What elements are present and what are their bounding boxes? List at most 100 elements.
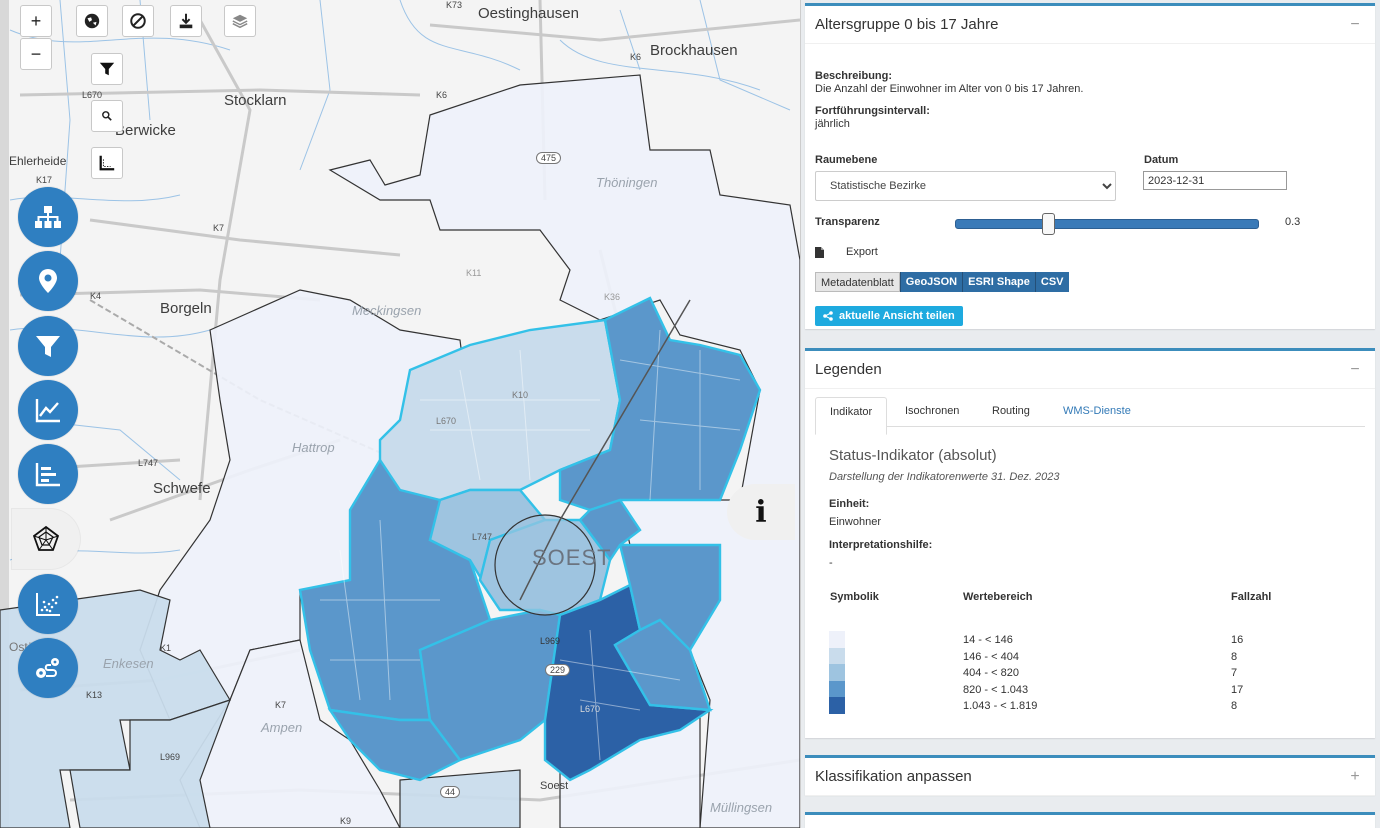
description-text: Die Anzahl der Einwohner im Alter von 0 … (815, 83, 1084, 95)
indicator-title: Altersgruppe 0 bis 17 Jahre (815, 16, 999, 33)
transparency-value: 0.3 (1285, 216, 1301, 228)
status-title: Status-Indikator (absolut) (829, 447, 997, 464)
geojson-button[interactable]: GeoJSON (899, 272, 963, 292)
export-row: Export (815, 246, 878, 258)
interpretation-value: - (829, 557, 833, 569)
download-button[interactable] (170, 5, 202, 37)
expand-button[interactable]: + (1345, 768, 1365, 786)
hierarchy-icon (35, 206, 61, 228)
legend-range: 14 - < 146 (963, 634, 1013, 646)
line-chart-button[interactable] (18, 380, 78, 440)
layers-icon (232, 14, 248, 29)
info-icon: i (755, 494, 767, 530)
ban-icon (130, 13, 146, 29)
scatter-plot-icon (36, 593, 60, 616)
legend-tabs: Indikator Isochronen Routing WMS-Dienste (815, 389, 1365, 435)
legend-swatches (829, 631, 845, 714)
legend-card-header: Legenden − (805, 351, 1375, 389)
side-panel: Altersgruppe 0 bis 17 Jahre − Beschreibu… (800, 0, 1380, 828)
tab-wms-dienste[interactable]: WMS-Dienste (1049, 397, 1145, 435)
legend-col-werte: Wertebereich (963, 591, 1033, 603)
metadata-button[interactable]: Metadatenblatt (815, 272, 900, 292)
radar-chart-button[interactable] (12, 509, 80, 569)
indicator-card-header: Altersgruppe 0 bis 17 Jahre − (805, 6, 1375, 44)
globe-button[interactable] (76, 5, 108, 37)
classification-card: Klassifikation anpassen + (805, 755, 1375, 796)
datum-label: Datum (1144, 154, 1179, 166)
esri-shape-button[interactable]: ESRI Shape (962, 272, 1035, 292)
transparency-label: Transparenz (815, 216, 880, 228)
plus-icon: + (30, 10, 42, 31)
legend-count: 16 (1231, 634, 1244, 646)
transparency-slider[interactable] (955, 213, 1259, 235)
map-pin-icon (39, 269, 57, 293)
legend-count: 7 (1231, 667, 1238, 679)
share-view-button[interactable]: aktuelle Ansicht teilen (815, 306, 963, 326)
zoom-out-button[interactable]: − (20, 38, 52, 70)
route-button[interactable] (18, 638, 78, 698)
export-label: Export (846, 246, 878, 258)
filter-panel-button[interactable] (18, 316, 78, 376)
measure-button[interactable] (91, 147, 123, 179)
csv-button[interactable]: CSV (1034, 272, 1069, 292)
legend-range: 820 - < 1.043 (963, 683, 1029, 696)
share-icon (823, 311, 833, 321)
unit-value: Einwohner (829, 516, 881, 528)
layers-button[interactable] (224, 5, 256, 37)
legend-count: 8 (1231, 650, 1238, 663)
classification-card-header[interactable]: Klassifikation anpassen + (805, 758, 1375, 796)
classification-title: Klassifikation anpassen (815, 768, 972, 785)
description-label: Beschreibung: (815, 70, 893, 82)
legend-range: 404 - < 820 (963, 667, 1019, 679)
legend-swatch (829, 680, 845, 697)
raumebene-label: Raumebene (815, 154, 878, 166)
tab-isochronen[interactable]: Isochronen (891, 397, 973, 435)
file-icon (815, 246, 824, 258)
legend-swatch (829, 647, 845, 664)
clear-button[interactable] (122, 5, 154, 37)
filter-button[interactable] (91, 53, 123, 85)
legend-swatch (829, 631, 845, 648)
location-button[interactable] (18, 251, 78, 311)
collapse-button[interactable]: − (1345, 361, 1365, 379)
raumebene-select[interactable]: Statistische Bezirke (815, 171, 1116, 201)
globe-icon (84, 13, 100, 29)
zoom-in-button[interactable]: + (20, 5, 52, 37)
filter-icon (36, 336, 60, 357)
collapse-button[interactable]: − (1345, 16, 1365, 34)
route-icon (36, 658, 59, 678)
bar-chart-icon (35, 463, 60, 487)
datum-input[interactable] (1143, 171, 1287, 190)
legend-count: 17 (1231, 683, 1244, 696)
legend-range: 146 - < 404 (963, 650, 1019, 663)
legend-col-symbolik: Symbolik (830, 591, 879, 603)
hierarchy-button[interactable] (18, 187, 78, 247)
export-buttons: Metadatenblatt GeoJSON ESRI Shape CSV (815, 272, 1069, 292)
legend-ranges: 14 - < 146 146 - < 404 404 - < 820 820 -… (963, 632, 1037, 715)
legend-title: Legenden (815, 361, 882, 378)
next-card (805, 812, 1375, 828)
legend-counts: 16 8 7 17 8 (1231, 632, 1243, 715)
scatter-plot-button[interactable] (18, 574, 78, 634)
legend-count: 8 (1231, 700, 1238, 712)
legend-col-fallzahl: Fallzahl (1231, 591, 1272, 603)
info-button[interactable]: i (727, 484, 795, 540)
status-subtitle: Darstellung der Indikatorenwerte 31. Dez… (829, 471, 1060, 483)
slider-thumb[interactable] (1042, 213, 1055, 235)
ruler-icon (99, 155, 115, 171)
legend-swatch (829, 697, 845, 714)
interval-label: Fortführungsintervall: (815, 105, 930, 117)
indicator-card: Altersgruppe 0 bis 17 Jahre − Beschreibu… (805, 3, 1375, 329)
map-canvas[interactable]: Oestinghausen Brockhausen Stocklarn Berw… (0, 0, 800, 828)
legend-card: Legenden − Indikator Isochronen Routing … (805, 348, 1375, 738)
tab-routing[interactable]: Routing (978, 397, 1044, 435)
funnel-icon (99, 62, 115, 76)
search-button[interactable] (91, 100, 123, 132)
download-icon (179, 13, 193, 29)
minus-icon: − (30, 43, 42, 64)
bar-chart-button[interactable] (18, 444, 78, 504)
interval-text: jährlich (815, 118, 850, 130)
legend-swatch (829, 664, 845, 681)
legend-range: 1.043 - < 1.819 (963, 700, 1038, 712)
tab-indikator[interactable]: Indikator (815, 397, 888, 435)
